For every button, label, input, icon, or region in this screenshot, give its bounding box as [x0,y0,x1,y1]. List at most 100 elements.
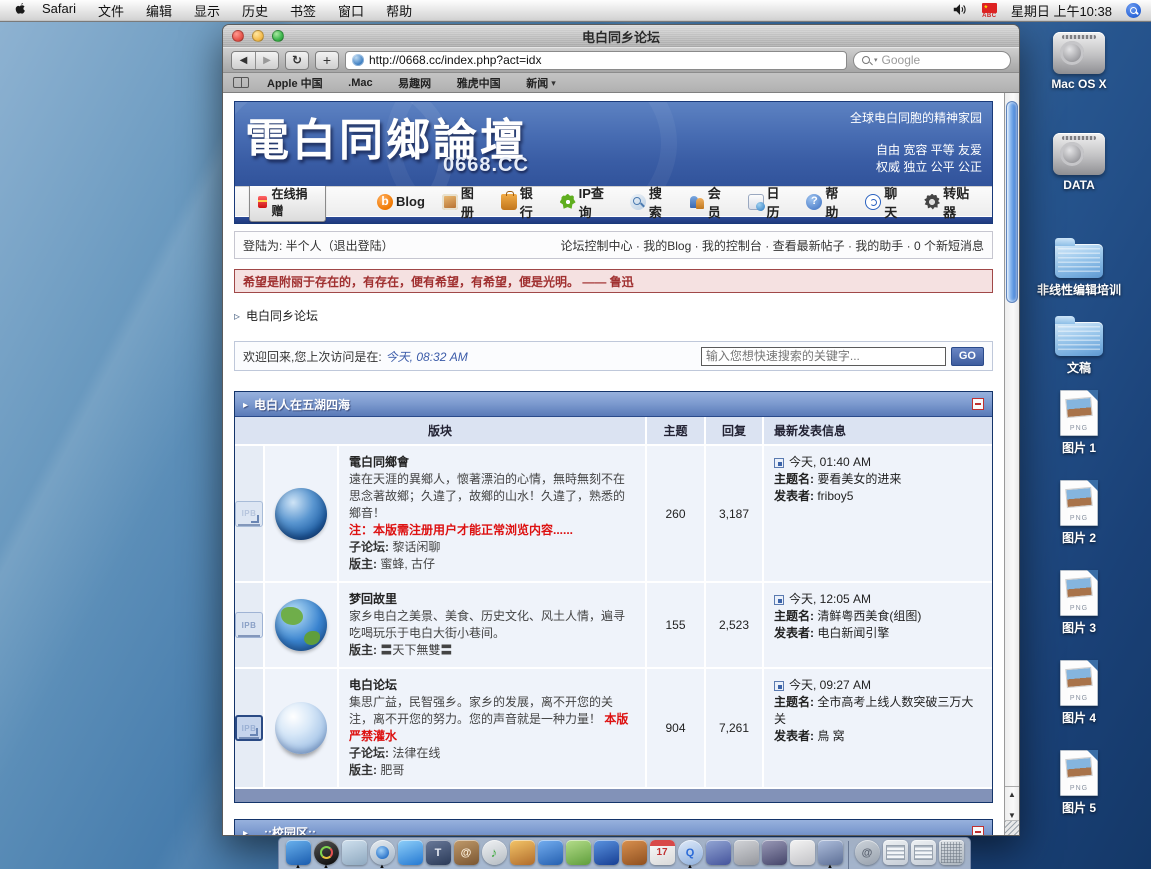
window-title-bar[interactable]: 电白同乡论坛 [223,25,1019,47]
breadcrumb-label[interactable]: 电白同乡论坛 [246,307,318,324]
bookmarks-book-icon[interactable] [233,77,249,88]
desktop-icon[interactable]: PNG 图片 2 [1060,480,1098,546]
category-header[interactable]: 电白人在五湖四海 [235,392,992,417]
forum-nav-item[interactable]: 图册 [442,183,484,221]
menu-clock[interactable]: 星期日 上午10:38 [1011,1,1112,20]
scroll-up-arrow[interactable] [1008,784,1016,802]
category-header[interactable]: ...::校园区::... [235,820,992,835]
apple-menu[interactable] [8,1,32,20]
last-post-icon[interactable] [774,595,784,605]
user-link[interactable]: 论坛控制中心 [561,237,633,254]
user-link[interactable]: 查看最新帖子 [762,237,845,254]
finder-dock-icon[interactable] [284,840,312,869]
imovie-dock-icon[interactable] [536,840,564,869]
toast-dock-icon[interactable] [788,840,816,869]
collapse-button[interactable] [972,826,984,835]
spotlight-icon[interactable] [1126,3,1141,18]
forum-nav-item[interactable]: 帮助 [806,183,848,221]
forum-title-link[interactable]: 電白同鄉會 [349,454,635,471]
mail-dock-icon[interactable] [340,840,368,869]
bookmark-item[interactable]: 雅虎中国 [457,75,509,91]
forum-title-link[interactable]: 电白论坛 [349,677,635,694]
last-poster-link[interactable]: friboy5 [817,489,853,503]
bookmark-item[interactable]: 新闻 [526,75,556,91]
bookmark-item[interactable]: Apple 中国 [267,75,330,91]
itunes-dock-icon[interactable]: ♪ [480,840,508,869]
last-poster-link[interactable]: 鳥 窝 [817,729,844,743]
add-bookmark-button[interactable] [315,51,339,70]
volume-icon[interactable] [952,3,968,19]
bookmark-item[interactable]: 易趣网 [398,75,439,91]
menu-item[interactable]: 编辑 [146,1,172,20]
sheet-music-dock-icon[interactable] [564,840,592,869]
forum-nav-item[interactable]: 日历 [748,183,790,221]
idvd-dock-icon[interactable] [592,840,620,869]
front-row-dock-icon[interactable] [732,840,760,869]
minimized-window-dock-icon[interactable] [909,840,937,869]
quicktime-dock-icon[interactable]: Q [676,840,704,869]
minimized-window-dock-icon[interactable] [881,840,909,869]
collapse-button[interactable] [972,398,984,410]
desktop-icon[interactable]: PNG 图片 4 [1060,660,1098,726]
forum-nav-item[interactable]: IP查询 [560,183,613,221]
input-method-icon[interactable]: ABC [982,3,997,19]
ichat-dock-icon[interactable] [396,840,424,869]
menu-item[interactable]: 书签 [290,1,316,20]
user-link[interactable]: 0 个新短消息 [903,237,984,254]
last-topic-link[interactable]: 清鲜粤西美食(组图) [817,609,921,623]
automator-dock-icon[interactable] [704,840,732,869]
back-button[interactable] [232,52,255,69]
subforum-link[interactable]: 法律在线 [392,746,440,760]
user-link[interactable]: 我的Blog [633,237,692,254]
menu-item[interactable]: Safari [42,1,76,20]
ical-dock-icon[interactable]: 17 [648,840,676,869]
forum-nav-item[interactable]: 聊天 [865,183,907,221]
forum-banner[interactable]: 電白同鄉論壇 0668.CC 全球电白同胞的精神家园 自由 宽容 平等 友爱 权… [235,102,992,186]
address-book-dock-icon[interactable]: @ [452,840,480,869]
menu-item[interactable]: 窗口 [338,1,364,20]
iphoto-dock-icon[interactable] [508,840,536,869]
forward-button[interactable] [255,52,278,69]
donate-button[interactable]: 在线捐赠 [249,182,326,222]
address-bar[interactable]: http://0668.cc/index.php?act=idx [345,51,847,70]
desktop-icon[interactable]: Mac OS X [1051,32,1106,91]
window-resize-grip[interactable] [1004,820,1019,835]
desktop-icon[interactable]: PNG 图片 5 [1060,750,1098,816]
desktop-icon[interactable]: 文稿 [1055,312,1103,376]
subforum-link[interactable]: 黎话闲聊 [392,540,440,554]
final-cut-dock-icon[interactable] [760,840,788,869]
textedit-dock-icon[interactable]: T [424,840,452,869]
moderator-names[interactable]: 肥哥 [380,763,404,777]
desktop-icon[interactable]: 非线性编辑培训 [1037,234,1121,298]
forum-nav-item[interactable]: 转贴器 [924,183,978,221]
desktop-icon[interactable]: PNG 图片 1 [1060,390,1098,456]
last-post-icon[interactable] [774,458,784,468]
last-topic-link[interactable]: 要看美女的进来 [817,472,901,486]
forum-nav-item[interactable]: Blog [377,183,425,221]
menu-item[interactable]: 显示 [194,1,220,20]
moderator-names[interactable]: 蜜蜂, 古仔 [380,557,435,571]
bookmark-item[interactable]: .Mac [348,75,380,91]
last-poster-link[interactable]: 电白新闻引擎 [817,626,889,640]
go-button[interactable]: GO [951,347,984,366]
trash-dock-icon[interactable] [937,840,965,869]
menu-item[interactable]: 文件 [98,1,124,20]
garageband-dock-icon[interactable] [620,840,648,869]
login-status[interactable]: 登陆为: 半个人（退出登陆） [243,237,394,254]
forum-nav-item[interactable]: 银行 [501,183,543,221]
forum-nav-item[interactable]: 搜索 [630,183,672,221]
quick-search-input[interactable] [701,347,946,366]
user-link[interactable]: 我的控制台 [691,237,762,254]
desktop-icon[interactable]: PNG 图片 3 [1060,570,1098,636]
moderator-names[interactable]: 〓天下無雙〓 [380,643,452,657]
image-capture-dock-icon[interactable] [816,840,844,869]
google-search-field[interactable]: ▾ Google [853,51,1011,70]
last-post-icon[interactable] [774,681,784,691]
menu-item[interactable]: 帮助 [386,1,412,20]
safari-dock-icon[interactable] [368,840,396,869]
forum-title-link[interactable]: 梦回故里 [349,591,635,608]
scrollbar-thumb[interactable] [1006,101,1018,303]
menu-item[interactable]: 历史 [242,1,268,20]
reload-button[interactable] [285,51,309,70]
desktop-icon[interactable]: DATA [1053,133,1105,192]
